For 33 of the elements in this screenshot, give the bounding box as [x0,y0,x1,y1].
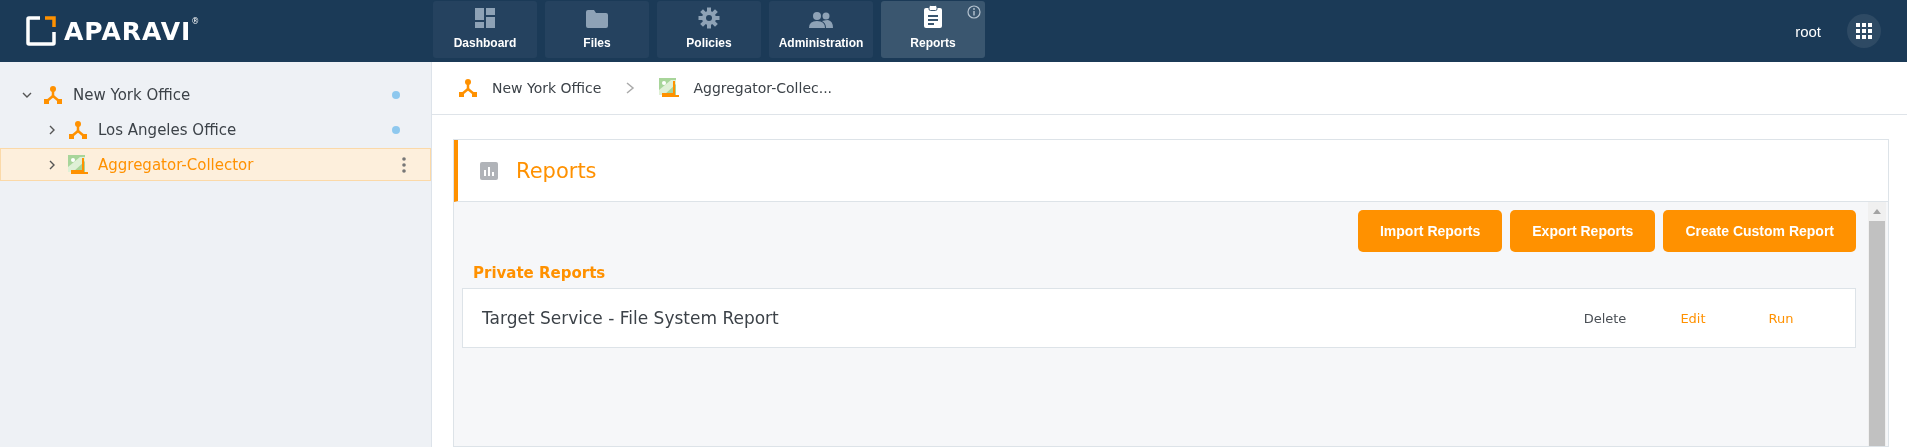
people-icon [808,11,834,29]
info-icon[interactable] [967,5,981,19]
apps-button[interactable] [1847,14,1881,48]
logo-text: APARAVI$^{®}$ [64,16,201,46]
folder-icon [585,9,609,29]
chevron-right-icon [625,81,636,95]
user-name[interactable]: root [1795,22,1821,40]
dashboard-icon [474,7,496,29]
network-node-icon [458,78,478,98]
clipboard-icon [923,5,943,29]
bar-chart-icon [480,161,498,180]
panel-title: Reports [516,158,597,183]
scrollbar[interactable] [1868,202,1886,446]
collector-icon [68,154,88,175]
grid-icon [1856,23,1872,39]
tree-item[interactable]: New York Office [0,78,431,111]
collector-icon [659,78,680,98]
breadcrumb-item[interactable]: New York Office [458,78,602,98]
nav-tab[interactable]: Administration [769,1,873,58]
breadcrumb-item[interactable]: Aggregator-Collec... [659,78,833,98]
more-icon[interactable] [402,156,406,173]
report-name: Target Service - File System Report [482,308,780,328]
network-node-icon [43,84,63,105]
section-title: Private Reports [473,264,607,282]
nav-tab[interactable]: Reports [881,1,985,58]
nav-tab[interactable]: Files [545,1,649,58]
tree-item[interactable]: Los Angeles Office [0,113,431,146]
gear-icon [698,7,720,29]
network-node-icon [68,119,88,140]
nav-tab[interactable]: Policies [657,1,761,58]
action-link[interactable]: Delete [1561,310,1649,326]
logo-icon [26,16,56,46]
nav-tab[interactable]: Dashboard [433,1,537,58]
